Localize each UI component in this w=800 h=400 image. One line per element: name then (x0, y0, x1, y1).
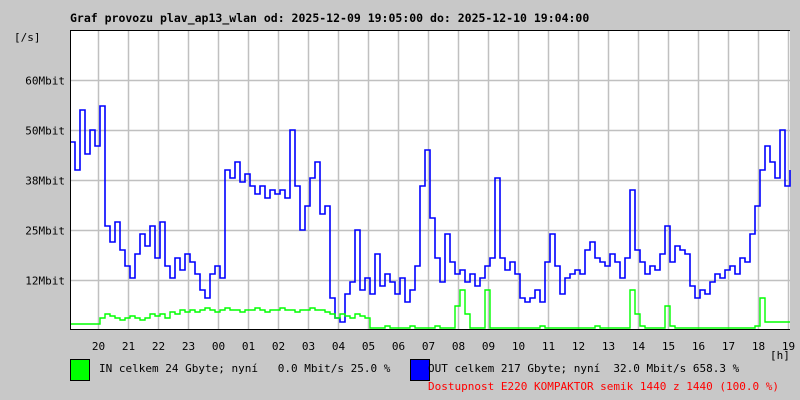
x-tick-label: 23 (182, 340, 195, 353)
y-tick-label: 50Mbit (25, 125, 65, 138)
x-tick-label: 22 (152, 340, 165, 353)
legend-in-text: IN celkem 24 Gbyte; nyní 0.0 Mbit/s 25.0… (99, 362, 391, 375)
x-tick-label: 16 (692, 340, 705, 353)
x-tick-label: 08 (452, 340, 465, 353)
x-tick-label: 20 (92, 340, 105, 353)
y-tick-label: 38Mbit (25, 175, 65, 188)
x-tick-label: 10 (512, 340, 525, 353)
x-tick-label: 15 (662, 340, 675, 353)
x-tick-label: 05 (362, 340, 375, 353)
x-tick-label: 02 (272, 340, 285, 353)
traffic-chart: Graf provozu plav_ap13_wlan od: 2025-12-… (0, 0, 800, 400)
y-axis-unit: [/s] (14, 31, 41, 44)
x-tick-label: 11 (542, 340, 555, 353)
chart-title: Graf provozu plav_ap13_wlan od: 2025-12-… (70, 11, 589, 26)
x-tick-label: 13 (602, 340, 615, 353)
availability-text: Dostupnost E220 KOMPAKTOR semik 1440 z 1… (428, 380, 779, 393)
legend-out-swatch (410, 359, 430, 381)
x-axis-unit: [h] (770, 349, 790, 362)
x-tick-label: 18 (752, 340, 765, 353)
x-tick-label: 12 (572, 340, 585, 353)
y-tick-label: 25Mbit (25, 225, 65, 238)
y-tick-label: 60Mbit (25, 75, 65, 88)
x-tick-label: 00 (212, 340, 225, 353)
x-tick-label: 17 (722, 340, 735, 353)
legend-out-text: OUT celkem 217 Gbyte; nyní 32.0 Mbit/s 6… (428, 362, 740, 375)
x-tick-label: 03 (302, 340, 315, 353)
x-tick-label: 06 (392, 340, 405, 353)
x-tick-label: 21 (122, 340, 135, 353)
x-tick-label: 07 (422, 340, 435, 353)
legend-in-swatch (70, 359, 90, 381)
x-tick-label: 01 (242, 340, 255, 353)
y-tick-label: 12Mbit (25, 275, 65, 288)
x-tick-label: 14 (632, 340, 646, 353)
x-tick-label: 04 (332, 340, 346, 353)
x-tick-label: 09 (482, 340, 495, 353)
